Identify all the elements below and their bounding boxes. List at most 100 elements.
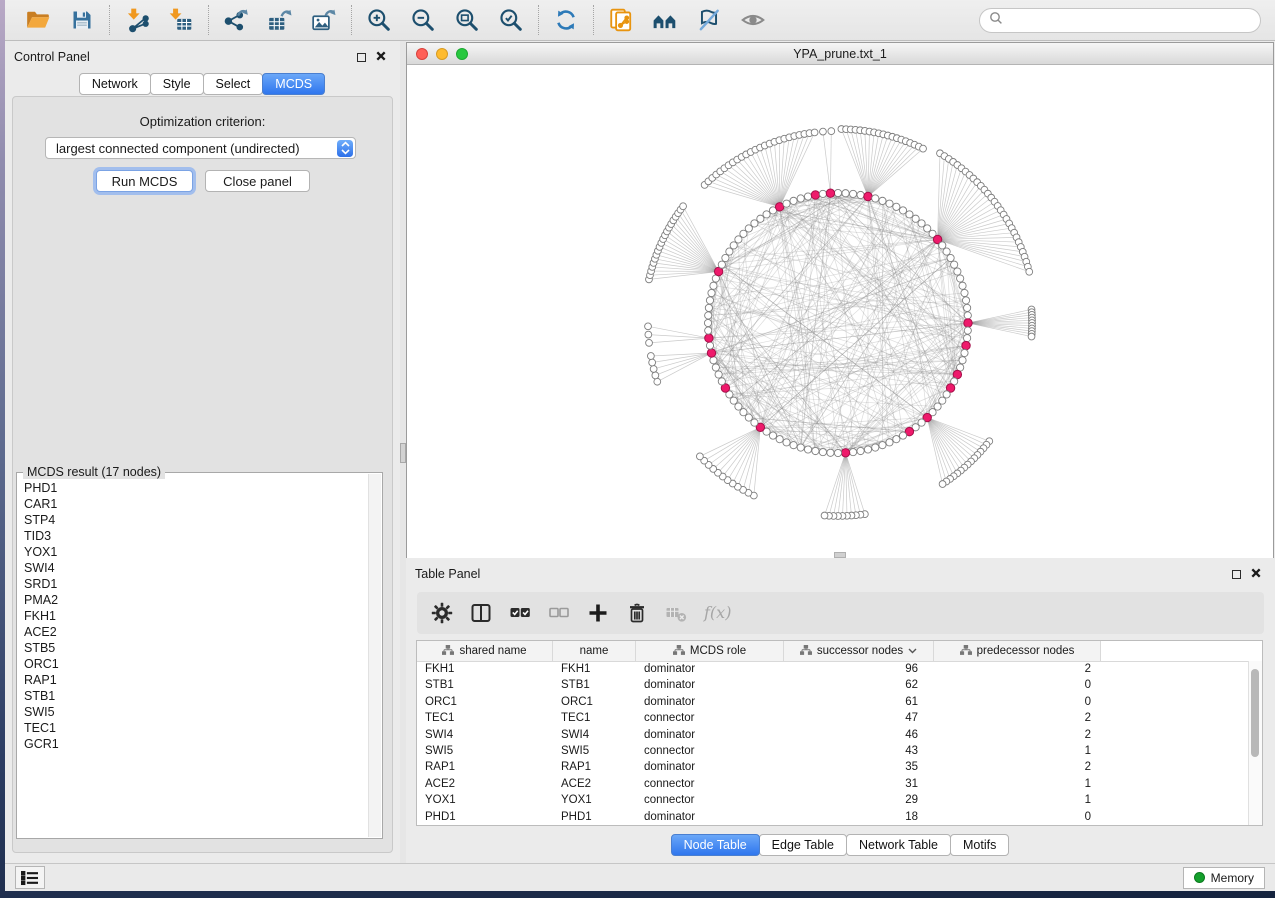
- mcds-result-item[interactable]: PHD1: [18, 480, 369, 496]
- table-row[interactable]: TEC1TEC1connector472: [417, 711, 1249, 727]
- table-settings-button[interactable]: [429, 600, 455, 626]
- mcds-result-item[interactable]: STB5: [18, 640, 369, 656]
- table-cell: dominator: [636, 662, 784, 678]
- close-panel-icon[interactable]: [1251, 567, 1261, 581]
- mcds-result-item[interactable]: ACE2: [18, 624, 369, 640]
- import-table-button[interactable]: [168, 7, 194, 33]
- memory-button[interactable]: Memory: [1183, 867, 1265, 889]
- table-row[interactable]: FKH1FKH1dominator962: [417, 662, 1249, 678]
- column-header-name[interactable]: name: [553, 641, 636, 661]
- table-row[interactable]: ACE2ACE2connector311: [417, 777, 1249, 793]
- control-panel-tabs: Network Style Select MCDS: [5, 73, 400, 95]
- open-session-button[interactable]: [25, 7, 51, 33]
- deselect-all-rows-button[interactable]: [546, 600, 572, 626]
- tab-edge-table[interactable]: Edge Table: [759, 834, 847, 856]
- control-panel-title: Control Panel: [14, 50, 90, 64]
- tab-select[interactable]: Select: [203, 73, 264, 95]
- tab-network[interactable]: Network: [79, 73, 151, 95]
- run-mcds-button[interactable]: Run MCDS: [96, 170, 193, 192]
- mcds-result-item[interactable]: ORC1: [18, 656, 369, 672]
- table-scrollbar[interactable]: [1248, 661, 1262, 825]
- mcds-result-item[interactable]: CAR1: [18, 496, 369, 512]
- table-panel-title: Table Panel: [415, 567, 480, 581]
- clone-network-button[interactable]: [608, 7, 634, 33]
- export-image-button[interactable]: [311, 7, 337, 33]
- table-cell: TEC1: [553, 711, 636, 727]
- show-panels-list-button[interactable]: [15, 866, 45, 889]
- mcds-result-item[interactable]: TEC1: [18, 720, 369, 736]
- select-all-rows-button[interactable]: [507, 600, 533, 626]
- mcds-result-item[interactable]: FKH1: [18, 608, 369, 624]
- close-window-icon[interactable]: [416, 48, 428, 60]
- mcds-list-scrollbar[interactable]: [368, 474, 381, 837]
- table-row[interactable]: STB1STB1dominator620: [417, 678, 1249, 694]
- table-row[interactable]: PHD1PHD1dominator180: [417, 810, 1249, 826]
- table-row[interactable]: SWI4SWI4dominator462: [417, 728, 1249, 744]
- tab-node-table[interactable]: Node Table: [671, 834, 760, 856]
- table-row[interactable]: SWI5SWI5connector431: [417, 744, 1249, 760]
- maximize-window-icon[interactable]: [456, 48, 468, 60]
- main-toolbar: [5, 0, 1275, 41]
- mcds-result-item[interactable]: STB1: [18, 688, 369, 704]
- float-panel-icon[interactable]: [1232, 570, 1241, 579]
- table-cell: SWI5: [417, 744, 553, 760]
- table-cell: ACE2: [417, 777, 553, 793]
- close-panel-icon[interactable]: [376, 50, 386, 64]
- mcds-result-item[interactable]: SWI4: [18, 560, 369, 576]
- table-scrollbar-thumb[interactable]: [1251, 669, 1259, 757]
- table-cell: 0: [934, 810, 1101, 826]
- table-cell-filler: [1101, 810, 1249, 826]
- table-cell: connector: [636, 711, 784, 727]
- tab-motifs[interactable]: Motifs: [950, 834, 1009, 856]
- zoom-fit-button[interactable]: [454, 7, 480, 33]
- mcds-result-item[interactable]: PMA2: [18, 592, 369, 608]
- mcds-result-list[interactable]: PHD1CAR1STP4TID3YOX1SWI4SRD1PMA2FKH1ACE2…: [18, 474, 369, 837]
- criterion-dropdown[interactable]: largest connected component (undirected): [45, 137, 356, 159]
- tab-network-table[interactable]: Network Table: [846, 834, 951, 856]
- column-selector-button[interactable]: [468, 600, 494, 626]
- table-cell: SWI5: [553, 744, 636, 760]
- mcds-result-item[interactable]: GCR1: [18, 736, 369, 752]
- column-header-shared-name[interactable]: shared name: [417, 641, 553, 661]
- zoom-in-button[interactable]: [366, 7, 392, 33]
- column-header-mcds-role[interactable]: MCDS role: [636, 641, 784, 661]
- column-header-predecessor-nodes[interactable]: predecessor nodes: [934, 641, 1101, 661]
- table-cell: TEC1: [417, 711, 553, 727]
- export-table-button[interactable]: [267, 7, 293, 33]
- network-canvas[interactable]: [407, 65, 1273, 558]
- export-network-button[interactable]: [223, 7, 249, 33]
- control-panel: Control Panel Network Style Select MCDS …: [5, 41, 400, 863]
- close-panel-button[interactable]: Close panel: [205, 170, 310, 192]
- mcds-result-item[interactable]: SRD1: [18, 576, 369, 592]
- search-input[interactable]: [1004, 9, 1260, 31]
- mcds-result-item[interactable]: SWI5: [18, 704, 369, 720]
- show-hide-eye-icon[interactable]: [740, 7, 766, 33]
- table-row[interactable]: YOX1YOX1connector291: [417, 793, 1249, 809]
- network-graph[interactable]: [407, 65, 1273, 558]
- zoom-out-button[interactable]: [410, 7, 436, 33]
- search-box[interactable]: [979, 8, 1261, 33]
- delete-column-button[interactable]: [624, 600, 650, 626]
- mcds-result-item[interactable]: STP4: [18, 512, 369, 528]
- table-row[interactable]: RAP1RAP1dominator352: [417, 760, 1249, 776]
- tab-mcds[interactable]: MCDS: [262, 73, 325, 95]
- table-cell: PHD1: [417, 810, 553, 826]
- mcds-result-item[interactable]: RAP1: [18, 672, 369, 688]
- tab-style[interactable]: Style: [150, 73, 204, 95]
- find-icon[interactable]: [652, 7, 678, 33]
- mcds-result-item[interactable]: TID3: [18, 528, 369, 544]
- float-panel-icon[interactable]: [357, 53, 366, 62]
- table-row[interactable]: ORC1ORC1dominator610: [417, 695, 1249, 711]
- table-cell: FKH1: [417, 662, 553, 678]
- add-column-button[interactable]: [585, 600, 611, 626]
- save-session-button[interactable]: [69, 7, 95, 33]
- zoom-selected-button[interactable]: [498, 7, 524, 33]
- minimize-window-icon[interactable]: [436, 48, 448, 60]
- mcds-result-item[interactable]: YOX1: [18, 544, 369, 560]
- delete-table-button-disabled: [663, 600, 689, 626]
- toggle-graphics-details-icon[interactable]: [696, 7, 722, 33]
- column-header-successor-nodes[interactable]: successor nodes: [784, 641, 934, 661]
- refresh-layout-button[interactable]: [553, 7, 579, 33]
- network-window-titlebar[interactable]: YPA_prune.txt_1: [407, 43, 1273, 65]
- import-network-button[interactable]: [124, 7, 150, 33]
